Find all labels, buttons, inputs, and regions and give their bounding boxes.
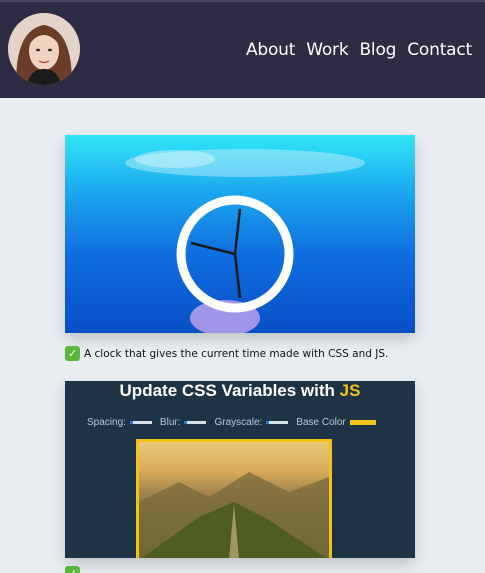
spacing-label: Spacing: [87,417,126,428]
project-card-css-variables[interactable]: Update CSS Variables with JS Spacing: Bl… [65,381,415,558]
blur-slider[interactable] [184,421,207,424]
project-caption: ✓ A clock that gives the current time ma… [65,346,388,361]
navbar: About Work Blog Contact [0,0,485,98]
base-color-picker[interactable] [349,420,376,425]
base-color-label: Base Color [296,417,346,428]
check-mark-icon: ✓ [65,346,80,361]
avatar-portrait-icon [8,13,80,85]
project-card-clock[interactable] [65,135,415,333]
mountain-ridge-icon [139,472,329,558]
clock-preview-image [125,149,365,333]
variable-controls: Spacing: Blur: Grayscale: Base Color [87,417,415,428]
avatar[interactable] [8,13,80,85]
nav-link-blog[interactable]: Blog [359,40,396,60]
grayscale-label: Grayscale: [214,417,263,428]
project-caption-text: A clock that gives the current time made… [84,347,389,360]
nav-link-contact[interactable]: Contact [407,40,472,60]
nav-link-about[interactable]: About [246,40,295,60]
nav-link-work[interactable]: Work [306,40,348,60]
project-title-highlight: JS [339,381,361,400]
mountain-photo [136,439,332,558]
check-mark-icon: ✓ [65,566,80,573]
blur-label: Blur: [159,417,181,428]
grayscale-slider[interactable] [266,421,289,424]
project-title-prefix: Update CSS Variables with [119,381,340,400]
nav-links: About Work Blog Contact [246,40,472,60]
spacing-slider[interactable] [129,421,152,424]
project-caption: ✓ [65,566,80,573]
project-title: Update CSS Variables with JS [65,381,415,401]
